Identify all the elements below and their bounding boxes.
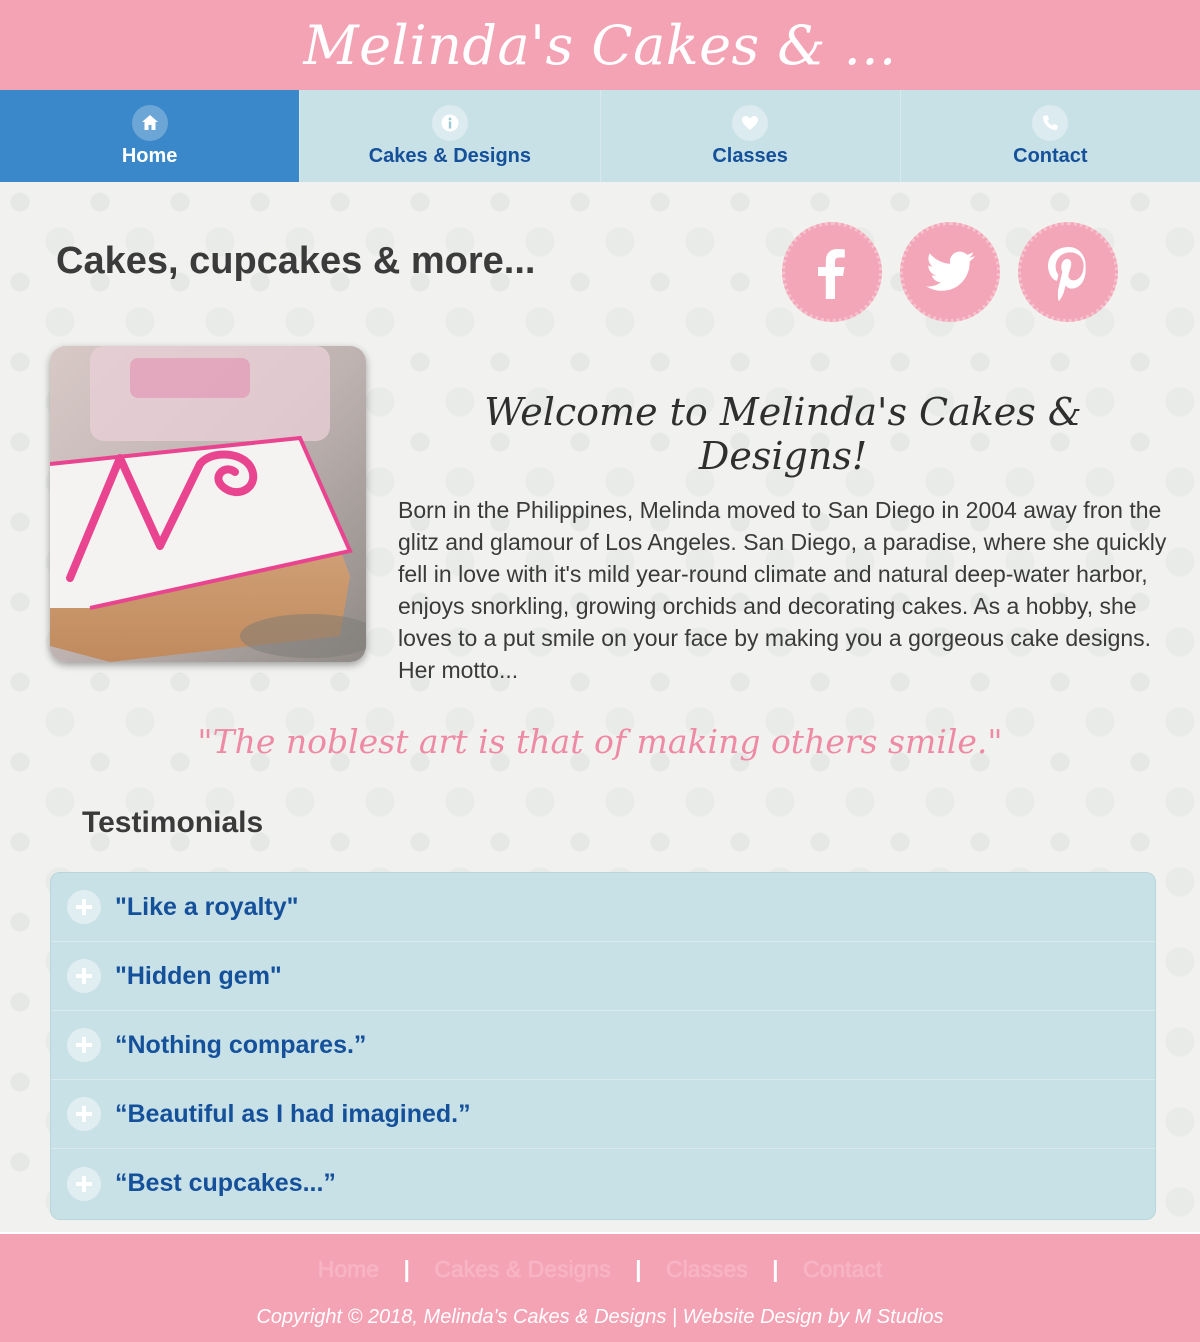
plus-icon xyxy=(67,1166,101,1201)
site-header: Melinda's Cakes & ... xyxy=(0,0,1200,90)
copyright-text: Copyright © 2018, Melinda's Cakes & Desi… xyxy=(256,1306,944,1328)
page-title: Cakes, cupcakes & more... xyxy=(56,240,536,282)
footer-link-cakes-designs[interactable]: Cakes & Designs xyxy=(416,1256,628,1282)
phone-icon xyxy=(1032,104,1069,141)
testimonial-title: “Beautiful as I had imagined.” xyxy=(115,1099,471,1128)
brand-logo[interactable]: Melinda's Cakes & ... xyxy=(303,14,896,77)
pinterest-icon xyxy=(1048,247,1086,301)
footer-nav: Home | Cakes & Designs | Classes | Conta… xyxy=(0,1256,1200,1283)
info-icon xyxy=(431,104,468,141)
bio-text: Born in the Philippines, Melinda moved t… xyxy=(398,497,1167,683)
cake-photo xyxy=(50,346,366,662)
nav-item-classes[interactable]: Classes xyxy=(599,90,900,182)
nav-item-cakes-designs[interactable]: Cakes & Designs xyxy=(299,90,599,182)
facebook-button[interactable] xyxy=(782,222,882,322)
testimonial-title: “Best cupcakes...” xyxy=(115,1169,336,1197)
testimonial-item[interactable]: “Best cupcakes...” xyxy=(51,1149,1155,1218)
cookie-image xyxy=(50,346,366,662)
footer-separator: | xyxy=(772,1256,779,1282)
heart-icon xyxy=(732,104,769,141)
motto-quote: "The noblest art is that of making other… xyxy=(197,722,1003,761)
nav-item-home[interactable]: Home xyxy=(0,90,300,182)
main-nav: Home Cakes & Designs Classes Contact xyxy=(0,90,1200,182)
welcome-heading: Welcome to Melinda's Cakes & Designs! xyxy=(484,390,1082,478)
plus-icon xyxy=(67,890,101,924)
site-footer: Home | Cakes & Designs | Classes | Conta… xyxy=(0,1232,1200,1342)
testimonials-accordion: "Like a royalty" "Hidden gem" “Nothing c… xyxy=(50,872,1156,1220)
testimonial-title: “Nothing compares.” xyxy=(115,1030,367,1059)
pinterest-button[interactable] xyxy=(1018,222,1118,322)
footer-link-home[interactable]: Home xyxy=(300,1256,397,1282)
footer-separator: | xyxy=(403,1256,410,1282)
footer-link-contact[interactable]: Contact xyxy=(785,1256,900,1282)
plus-icon xyxy=(67,959,101,993)
nav-item-label: Home xyxy=(121,144,178,167)
testimonial-item[interactable]: "Hidden gem" xyxy=(51,942,1155,1011)
home-icon xyxy=(131,104,168,141)
nav-item-label: Contact xyxy=(1013,144,1088,167)
footer-separator: | xyxy=(635,1256,642,1282)
twitter-button[interactable] xyxy=(900,222,1000,322)
testimonial-item[interactable]: “Beautiful as I had imagined.” xyxy=(51,1080,1155,1149)
facebook-icon xyxy=(818,249,845,299)
testimonial-title: "Like a royalty" xyxy=(115,892,299,921)
nav-item-label: Classes xyxy=(712,144,788,167)
plus-icon xyxy=(67,1097,101,1131)
testimonial-item[interactable]: "Like a royalty" xyxy=(51,873,1155,942)
nav-item-label: Cakes & Designs xyxy=(368,144,532,167)
testimonials-heading: Testimonials xyxy=(82,806,264,839)
twitter-icon xyxy=(926,251,975,291)
testimonial-item[interactable]: “Nothing compares.” xyxy=(51,1011,1155,1080)
footer-link-classes[interactable]: Classes xyxy=(648,1256,766,1282)
plus-icon xyxy=(67,1028,101,1062)
social-links xyxy=(782,222,1118,322)
testimonial-title: "Hidden gem" xyxy=(115,961,282,990)
nav-item-contact[interactable]: Contact xyxy=(899,90,1200,182)
